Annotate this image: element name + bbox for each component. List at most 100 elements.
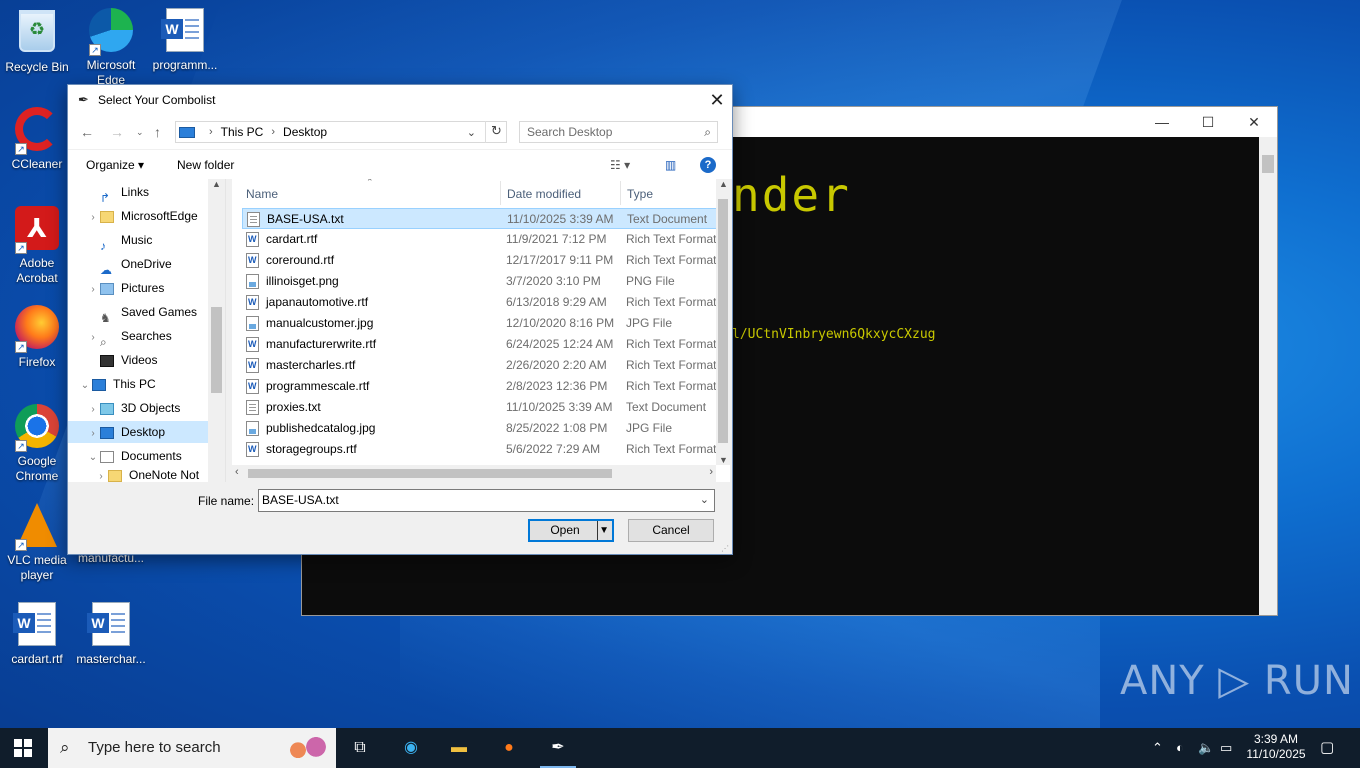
taskbar-clock[interactable]: 3:39 AM 11/10/2025 xyxy=(1238,732,1314,762)
file-row[interactable]: programmescale.rtf 2/8/2023 12:36 PM Rich … xyxy=(242,376,717,397)
file-row[interactable]: coreround.rtf 12/17/2017 9:11 PM Rich Text… xyxy=(242,250,717,271)
desktop-icon-masterchar[interactable]: masterchar... xyxy=(75,600,147,667)
help-icon[interactable]: ? xyxy=(700,157,716,173)
file-row[interactable]: manualcustomer.jpg 12/10/2020 8:16 PM JPG … xyxy=(242,313,717,334)
chevron-right-icon[interactable]: › xyxy=(86,399,100,421)
file-name: BASE-USA.txt xyxy=(267,212,344,226)
file-row[interactable]: publishedcatalog.jpg 8/25/2022 1:08 PM JPG… xyxy=(242,418,717,439)
maximize-button[interactable]: ☐ xyxy=(1185,114,1231,131)
desktop-icon-programm[interactable]: programm... xyxy=(149,6,221,73)
desktop-icon-vlc[interactable]: ↗ VLC media player xyxy=(1,501,73,583)
chevron-right-icon[interactable]: › xyxy=(86,327,100,349)
resize-grip-icon[interactable]: ⋰ xyxy=(721,544,729,553)
file-row[interactable]: storagegroups.rtf 5/6/2022 7:29 AM Rich Te… xyxy=(242,439,717,460)
view-options-icon[interactable]: ☷ ▾ xyxy=(610,158,630,172)
chevron-right-icon[interactable]: › xyxy=(86,279,100,301)
preview-pane-icon[interactable]: ▥ xyxy=(665,158,676,172)
address-bar[interactable]: › This PC › Desktop ⌄ xyxy=(175,121,507,143)
nav-item-onenote[interactable]: › OneNote Not xyxy=(94,464,208,482)
notifications-icon[interactable]: ▢ xyxy=(1320,738,1334,756)
scroll-up-icon[interactable]: ▲ xyxy=(212,179,221,189)
nav-item-saved-games[interactable]: ♞ Saved Games xyxy=(86,301,208,325)
file-explorer-icon[interactable]: ▬ xyxy=(447,736,471,760)
scroll-up-icon[interactable]: ▲ xyxy=(719,179,728,189)
chevron-right-icon[interactable]: › xyxy=(94,466,108,482)
desktop-icon-chrome[interactable]: ↗ Google Chrome xyxy=(1,402,73,484)
feather-app-taskbar-icon[interactable]: ✒ xyxy=(540,736,576,768)
nav-item-music[interactable]: ♪ Music xyxy=(86,229,208,253)
task-view-icon[interactable]: ⧉ xyxy=(348,736,372,760)
file-row[interactable]: illinoisget.png 3/7/2020 3:10 PM PNG File xyxy=(242,271,717,292)
nav-item-desktop[interactable]: › Desktop xyxy=(68,421,208,443)
file-row[interactable]: BASE-USA.txt 11/10/2025 3:39 AM Text Docum… xyxy=(242,208,717,229)
file-row[interactable]: proxies.txt 11/10/2025 3:39 AM Text Docume… xyxy=(242,397,717,418)
desktop-icon-firefox[interactable]: ↗ Firefox xyxy=(1,303,73,370)
breadcrumb-this-pc[interactable]: This PC xyxy=(221,125,264,139)
chevron-right-icon[interactable]: › xyxy=(86,423,100,445)
desktop-icon-ccleaner[interactable]: ↗ CCleaner xyxy=(1,105,73,172)
nav-item-this-pc[interactable]: ⌄ This PC xyxy=(78,373,208,395)
desktop-icon-recycle-bin[interactable]: Recycle Bin xyxy=(1,6,73,75)
nav-item-links[interactable]: ↱ Links xyxy=(86,181,208,205)
volume-icon[interactable]: 🔈 xyxy=(1198,740,1214,756)
organize-menu[interactable]: Organize ▾ xyxy=(86,158,144,172)
clock-date: 11/10/2025 xyxy=(1246,747,1306,761)
nav-item-videos[interactable]: Videos xyxy=(86,349,208,371)
back-arrow-icon[interactable]: ← xyxy=(80,124,94,140)
file-type: JPG File xyxy=(626,316,673,330)
nav-item-3d-objects[interactable]: › 3D Objects xyxy=(86,397,208,419)
edge-taskbar-icon[interactable]: ◉ xyxy=(399,736,423,760)
chevron-down-icon[interactable]: ⌄ xyxy=(700,490,709,511)
breadcrumb-desktop[interactable]: Desktop xyxy=(283,125,327,139)
nav-item-pictures[interactable]: › Pictures xyxy=(86,277,208,299)
filename-input[interactable]: BASE-USA.txt ⌄ xyxy=(258,489,715,512)
word-document-icon xyxy=(246,253,259,268)
recent-locations-chevron-icon[interactable]: ⌄ xyxy=(136,127,144,138)
scroll-left-icon[interactable]: ‹ xyxy=(235,466,239,478)
saved-games-icon: ♞ xyxy=(100,310,111,325)
chevron-down-icon[interactable]: ⌄ xyxy=(467,126,476,139)
desktop-icon-edge[interactable]: ↗ Microsoft Edge xyxy=(75,6,147,88)
file-row[interactable]: cardart.rtf 11/9/2021 7:12 PM Rich Text Fo… xyxy=(242,229,717,250)
new-folder-button[interactable]: New folder xyxy=(177,158,234,172)
cancel-button[interactable]: Cancel xyxy=(628,519,714,542)
open-button[interactable]: Open ▼ xyxy=(528,519,614,542)
network-icon[interactable]: ▭ xyxy=(1220,740,1232,756)
nav-pane-scrollbar[interactable]: ▲ xyxy=(208,179,225,482)
desktop-icon-cardart[interactable]: cardart.rtf xyxy=(1,600,73,667)
refresh-button[interactable]: ↻ xyxy=(485,121,507,143)
desktop-icon-acrobat[interactable]: ⅄ ↗ Adobe Acrobat xyxy=(1,204,73,286)
nav-item-searches[interactable]: › ⌕ Searches xyxy=(86,325,208,349)
file-list-vertical-scrollbar[interactable]: ▲ ▼ xyxy=(716,179,730,465)
forward-arrow-icon[interactable]: → xyxy=(110,124,124,140)
file-row[interactable]: mastercharles.rtf 2/26/2020 2:20 AM Rich T… xyxy=(242,355,717,376)
search-input[interactable]: Search Desktop ⌕ xyxy=(519,121,718,143)
column-header-name[interactable]: Name xyxy=(246,187,278,201)
file-row[interactable]: japanautomotive.rtf 6/13/2018 9:29 AM Rich… xyxy=(242,292,717,313)
file-row[interactable]: manufacturerwrite.rtf 6/24/2025 12:24 AM R… xyxy=(242,334,717,355)
word-document-icon xyxy=(246,295,259,310)
console-scrollbar[interactable] xyxy=(1259,137,1277,615)
chevron-right-icon[interactable]: › xyxy=(86,207,100,229)
3d-objects-icon xyxy=(100,402,114,415)
minimize-button[interactable]: — xyxy=(1139,114,1185,130)
dialog-close-button[interactable]: ✕ xyxy=(702,90,732,111)
nav-item-microsoftedge[interactable]: › MicrosoftEdge xyxy=(86,205,208,227)
show-hidden-icons-chevron-icon[interactable]: ⌃ xyxy=(1152,740,1163,756)
taskbar-search-box[interactable]: ⌕ Type here to search xyxy=(48,728,336,768)
windows-start-icon[interactable] xyxy=(14,739,32,757)
open-options-dropdown-icon[interactable]: ▼ xyxy=(599,521,609,540)
up-arrow-icon[interactable]: ↑ xyxy=(154,124,161,140)
scroll-down-icon[interactable]: ▼ xyxy=(719,455,728,465)
nav-item-onedrive[interactable]: ☁ OneDrive xyxy=(86,253,208,277)
filename-label: File name: xyxy=(198,494,255,508)
scroll-right-icon[interactable]: › xyxy=(709,466,713,478)
chevron-down-icon[interactable]: ⌄ xyxy=(78,375,92,397)
firefox-taskbar-icon[interactable]: ● xyxy=(497,736,521,760)
column-header-date[interactable]: Date modified xyxy=(507,187,581,201)
file-list-horizontal-scrollbar[interactable]: ‹ › xyxy=(232,465,716,482)
column-header-type[interactable]: Type xyxy=(627,187,653,201)
anyrun-watermark: ANY ▷ RUN xyxy=(1120,658,1354,704)
close-button[interactable]: ✕ xyxy=(1231,114,1277,131)
meet-now-icon[interactable]: ◐ xyxy=(1176,740,1184,755)
